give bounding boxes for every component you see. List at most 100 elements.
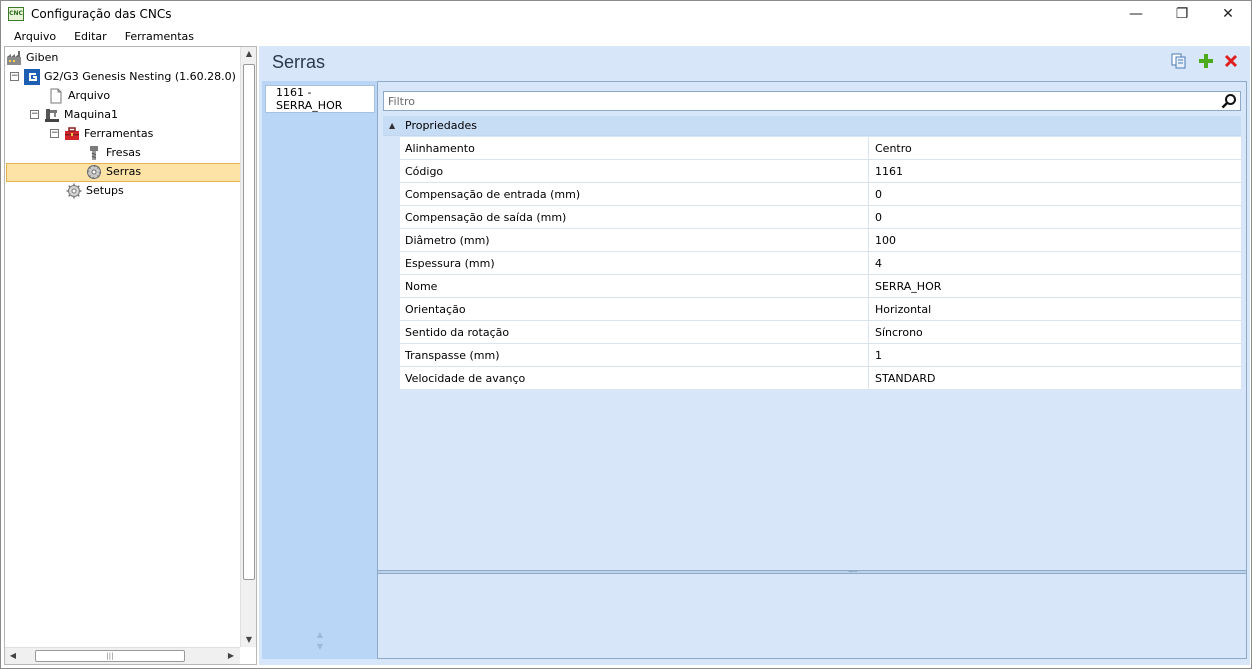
column-divider — [868, 298, 869, 320]
property-value[interactable]: STANDARD — [875, 372, 936, 385]
list-scroll-up-icon[interactable]: ▲ — [312, 629, 328, 641]
list-scroll-arrows[interactable]: ▲ ▼ — [312, 629, 328, 653]
property-row[interactable]: Compensação de saída (mm) 0 — [400, 206, 1241, 229]
property-value[interactable]: Síncrono — [875, 326, 923, 339]
property-panel: ▲ Propriedades AlinhamentoCentroCódigo11… — [377, 81, 1247, 659]
column-divider — [868, 344, 869, 366]
property-value[interactable]: 100 — [875, 234, 896, 247]
property-value[interactable]: 4 — [875, 257, 882, 270]
property-value[interactable]: 0 — [875, 211, 882, 224]
tree-item-setups[interactable]: Setups — [66, 181, 124, 200]
property-value[interactable]: Horizontal — [875, 303, 931, 316]
property-name: Velocidade de avanço — [405, 372, 526, 385]
collapse-toggle[interactable]: − — [10, 72, 19, 81]
add-button[interactable] — [1197, 52, 1215, 70]
property-name: Espessura (mm) — [405, 257, 495, 270]
property-name: Alinhamento — [405, 142, 475, 155]
detail-pane: Serras 1161 - SERRA_HOR ▲ ▼ Filtro ▲ Pro… — [259, 46, 1250, 665]
property-row[interactable]: Transpasse (mm) 1 — [400, 344, 1241, 367]
minimize-button[interactable]: — — [1113, 1, 1159, 27]
property-name: Orientação — [405, 303, 466, 316]
property-name: Transpasse (mm) — [405, 349, 500, 362]
category-header[interactable]: ▲ Propriedades — [383, 116, 1241, 136]
column-divider — [868, 321, 869, 343]
saw-blade-icon — [86, 164, 102, 179]
column-divider — [868, 183, 869, 205]
menu-editar[interactable]: Editar — [70, 30, 111, 43]
tree-vertical-scrollbar[interactable]: ▲ ▼ — [240, 47, 256, 647]
property-grid: ▲ Propriedades Alinhamento Centro Código 11… — [383, 116, 1241, 568]
document-icon — [50, 88, 62, 103]
column-divider — [868, 137, 869, 159]
copy-button[interactable] — [1170, 52, 1188, 70]
search-icon[interactable] — [1221, 93, 1237, 109]
property-row[interactable]: Orientação Horizontal — [400, 298, 1241, 321]
tree-item-maquina[interactable]: − Maquina1 — [30, 105, 118, 124]
window-title: Configuração das CNCs — [31, 7, 172, 21]
column-divider — [868, 275, 869, 297]
property-name: Nome — [405, 280, 438, 293]
tree-item-machine-group[interactable]: − G2/G3 Genesis Nesting (1.60.28.0) — [10, 67, 236, 86]
tree-label-setups: Setups — [86, 184, 124, 197]
tree-pane: Giben − G2/G3 Genesis Nesting (1.60.28.0… — [4, 46, 257, 665]
category-label: Propriedades — [405, 119, 477, 132]
tree-item-giben[interactable]: Giben — [6, 48, 58, 67]
column-divider — [868, 252, 869, 274]
tree-item-arquivo[interactable]: Arquivo — [48, 86, 110, 105]
scroll-up-arrow-icon[interactable]: ▲ — [241, 49, 257, 58]
menu-arquivo[interactable]: Arquivo — [10, 30, 60, 43]
tool-list: 1161 - SERRA_HOR ▲ ▼ — [262, 81, 377, 659]
tree-label-ferramentas: Ferramentas — [84, 127, 154, 140]
property-row[interactable]: Diâmetro (mm) 100 — [400, 229, 1241, 252]
tree-item-fresas[interactable]: Fresas — [86, 143, 141, 162]
property-name: Compensação de saída (mm) — [405, 211, 567, 224]
close-button[interactable]: ✕ — [1205, 1, 1251, 27]
property-value[interactable]: 1161 — [875, 165, 903, 178]
tree-item-ferramentas[interactable]: − Ferramentas — [50, 124, 153, 143]
filter-input[interactable] — [384, 92, 1214, 110]
milling-bit-icon — [90, 145, 98, 160]
property-name: Compensação de entrada (mm) — [405, 188, 581, 201]
restore-button[interactable]: ❐ — [1159, 1, 1205, 27]
property-name: Código — [405, 165, 444, 178]
menu-ferramentas[interactable]: Ferramentas — [121, 30, 198, 43]
collapse-toggle[interactable]: − — [50, 129, 59, 138]
column-divider — [868, 367, 869, 389]
property-row[interactable]: Sentido da rotação Síncrono — [400, 321, 1241, 344]
list-item[interactable]: 1161 - SERRA_HOR — [265, 85, 375, 113]
property-row[interactable]: Compensação de entrada (mm) 0 — [400, 183, 1241, 206]
tree-item-serras[interactable]: Serras — [86, 162, 141, 181]
scroll-left-arrow-icon[interactable]: ◀ — [5, 651, 21, 660]
delete-icon — [1224, 54, 1238, 68]
property-value[interactable]: SERRA_HOR — [875, 280, 941, 293]
column-divider — [868, 160, 869, 182]
property-name: Diâmetro (mm) — [405, 234, 490, 247]
filter-box — [383, 91, 1241, 111]
gear-icon — [66, 183, 82, 198]
property-row[interactable]: Nome SERRA_HOR — [400, 275, 1241, 298]
delete-button[interactable] — [1222, 52, 1240, 70]
property-row[interactable]: Velocidade de avanço STANDARD — [400, 367, 1241, 390]
tree-label-machine-group: G2/G3 Genesis Nesting (1.60.28.0) — [44, 70, 236, 83]
collapse-chevron-icon[interactable]: ▲ — [389, 121, 399, 130]
property-value[interactable]: Centro — [875, 142, 912, 155]
property-row[interactable]: Código 1161 — [400, 160, 1241, 183]
tree-vertical-scroll-thumb[interactable] — [243, 64, 255, 580]
app-icon: CNC — [8, 7, 24, 21]
property-row[interactable]: Espessura (mm) 4 — [400, 252, 1241, 275]
tree-label-serras: Serras — [106, 165, 142, 178]
property-value[interactable]: 0 — [875, 188, 882, 201]
menu-bar: Arquivo Editar Ferramentas — [1, 27, 1251, 45]
tree-horizontal-scroll-thumb[interactable]: ||| — [35, 650, 185, 662]
collapse-toggle[interactable]: − — [30, 110, 39, 119]
property-value[interactable]: 1 — [875, 349, 882, 362]
copy-icon — [1171, 53, 1186, 69]
page-title: Serras — [272, 52, 326, 72]
column-divider — [868, 206, 869, 228]
toolbox-icon — [65, 126, 79, 140]
tree-horizontal-scrollbar[interactable]: ◀ ||| ▶ — [5, 647, 240, 664]
scroll-right-arrow-icon[interactable]: ▶ — [223, 651, 239, 660]
scroll-down-arrow-icon[interactable]: ▼ — [241, 635, 257, 644]
list-scroll-down-icon[interactable]: ▼ — [312, 641, 328, 653]
property-row[interactable]: Alinhamento Centro — [400, 137, 1241, 160]
